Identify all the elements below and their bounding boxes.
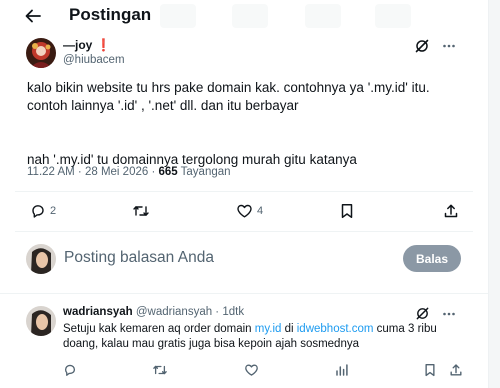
reply-input[interactable]: Posting balasan Anda xyxy=(64,249,214,267)
grok-icon[interactable] xyxy=(415,306,430,321)
post-action-bar: 2 4 xyxy=(30,203,460,221)
divider xyxy=(0,293,488,294)
top-header: Postingan xyxy=(0,0,488,32)
header-placeholder xyxy=(232,4,268,28)
reply-button[interactable]: 2 xyxy=(30,203,56,219)
reply-author-avatar[interactable] xyxy=(26,306,56,336)
more-icon[interactable] xyxy=(442,39,456,53)
bookmark-icon[interactable] xyxy=(424,363,436,377)
retweet-icon[interactable] xyxy=(152,363,168,377)
reply-icon xyxy=(30,203,46,219)
link-idwebhost[interactable]: idwebhost.com xyxy=(297,323,374,335)
user-avatar[interactable] xyxy=(26,244,56,274)
reply-text: Setuju kak kemaren aq order domain my.id… xyxy=(63,323,437,350)
back-arrow-icon[interactable] xyxy=(22,5,44,27)
reply-action-bar xyxy=(63,363,473,379)
reply-author-name[interactable]: wadriansyah xyxy=(63,306,133,318)
link-my-id[interactable]: my.id xyxy=(255,323,282,335)
post-text-line: contoh lainnya '.id' , '.net' dll. dan i… xyxy=(27,98,299,113)
balas-button[interactable]: Balas xyxy=(403,245,461,272)
post-text-line: kalo bikin website tu hrs pake domain ka… xyxy=(27,80,430,95)
retweet-button[interactable] xyxy=(132,203,150,219)
views-count: 665 xyxy=(158,166,178,178)
retweet-icon xyxy=(132,203,150,219)
like-icon[interactable] xyxy=(244,363,259,377)
like-icon xyxy=(236,203,253,219)
divider xyxy=(15,231,473,232)
divider xyxy=(15,191,473,192)
reply-icon[interactable] xyxy=(63,363,77,377)
more-icon[interactable] xyxy=(442,307,456,321)
share-button[interactable] xyxy=(443,203,459,219)
author-avatar[interactable] xyxy=(26,38,56,68)
scrollbar[interactable] xyxy=(488,0,500,388)
page-title: Postingan xyxy=(69,5,152,24)
reply-author: wadriansyah @wadriansyah · 1dtk xyxy=(63,306,244,318)
header-placeholder xyxy=(305,4,341,28)
post-top-icons xyxy=(414,38,456,54)
post-text: kalo bikin website tu hrs pake domain ka… xyxy=(27,79,467,169)
author-name[interactable]: —joy ❗ xyxy=(63,38,111,52)
reply-top-icons xyxy=(415,306,456,321)
post-meta: 11.22 AM · 28 Mei 2026 · 665 Tayangan xyxy=(27,166,231,178)
like-count: 4 xyxy=(257,205,264,217)
header-placeholder xyxy=(375,4,411,28)
post-detail-column: Postingan —joy ❗ @hiubacem kalo bikin web… xyxy=(0,0,488,388)
reply-count: 2 xyxy=(50,205,57,217)
bookmark-button[interactable] xyxy=(340,203,354,219)
post-timestamp[interactable]: 11.22 AM · 28 Mei 2026 · xyxy=(27,166,158,178)
views-label: Tayangan xyxy=(177,166,231,178)
reply-handle-time[interactable]: @wadriansyah · 1dtk xyxy=(136,306,244,318)
views-icon[interactable] xyxy=(335,363,349,377)
bookmark-icon xyxy=(340,203,354,219)
header-placeholder xyxy=(160,4,196,28)
grok-icon[interactable] xyxy=(414,38,430,54)
share-icon xyxy=(443,203,459,219)
share-icon[interactable] xyxy=(449,363,463,377)
badge-icon: ❗ xyxy=(96,38,112,52)
like-button[interactable]: 4 xyxy=(236,203,263,219)
author-handle[interactable]: @hiubacem xyxy=(63,54,125,66)
